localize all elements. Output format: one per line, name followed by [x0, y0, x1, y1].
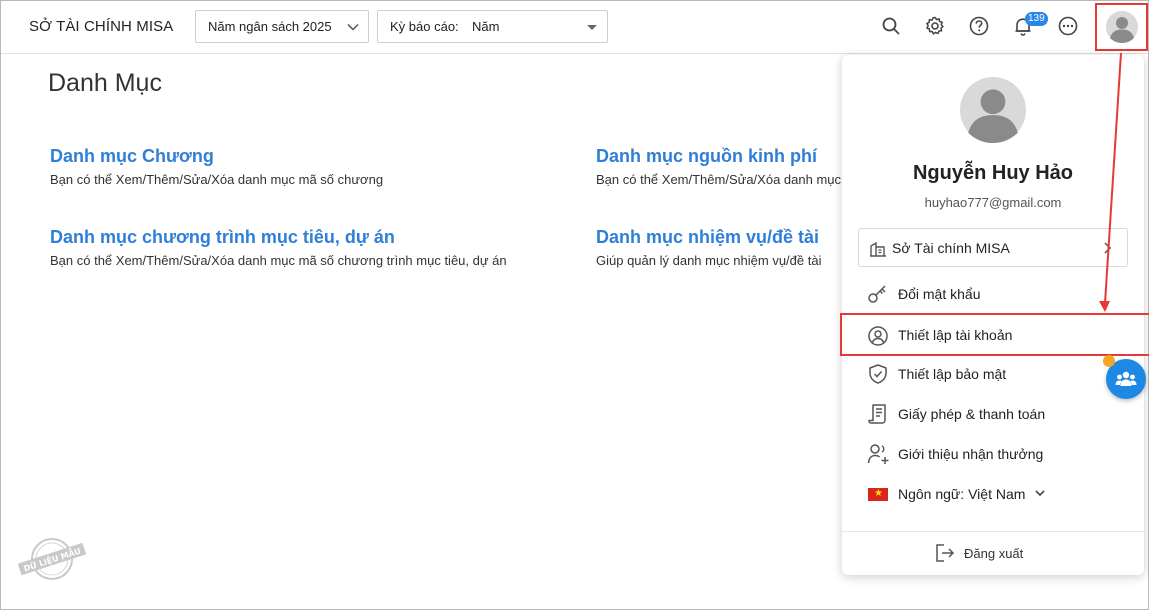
caret-down-icon	[587, 25, 597, 30]
language-selector[interactable]: ★ Ngôn ngữ: Việt Nam	[842, 474, 1144, 514]
menu-change-password[interactable]: Đổi mật khẩu	[842, 274, 1144, 314]
menu-security-settings[interactable]: Thiết lập bảo mật	[842, 354, 1144, 394]
user-plus-icon	[867, 444, 889, 464]
category-item[interactable]: Danh mục nhiệm vụ/đề tài Giúp quản lý da…	[596, 227, 821, 268]
budget-year-value: Năm ngân sách 2025	[208, 19, 332, 34]
avatar-button[interactable]	[1095, 3, 1148, 51]
category-title[interactable]: Danh mục nguồn kinh phí	[596, 146, 841, 167]
category-title[interactable]: Danh mục Chương	[50, 146, 383, 167]
help-icon[interactable]	[968, 15, 990, 37]
license-icon	[868, 404, 886, 424]
top-bar: SỞ TÀI CHÍNH MISA Năm ngân sách 2025 Kỳ …	[1, 1, 1148, 54]
menu-referral[interactable]: Giới thiệu nhận thưởng	[842, 434, 1144, 474]
profile-avatar-icon	[960, 77, 1026, 143]
user-name: Nguyễn Huy Hảo	[912, 162, 1074, 184]
menu-account-settings[interactable]: Thiết lập tài khoản	[840, 313, 1149, 356]
building-icon	[870, 241, 886, 257]
menu-label: Thiết lập tài khoản	[898, 327, 1013, 343]
category-item[interactable]: Danh mục Chương Bạn có thể Xem/Thêm/Sửa/…	[50, 146, 383, 187]
avatar-icon	[1106, 11, 1138, 43]
key-icon	[868, 285, 886, 303]
app-title[interactable]: SỞ TÀI CHÍNH MISA	[29, 18, 173, 35]
organization-selector[interactable]: Sở Tài chính MISA	[858, 228, 1128, 267]
budget-year-select[interactable]: Năm ngân sách 2025	[195, 10, 369, 43]
category-description: Giúp quản lý danh mục nhiệm vụ/đề tài	[596, 253, 822, 268]
group-icon	[1115, 371, 1137, 386]
category-title[interactable]: Danh mục chương trình mục tiêu, dự án	[50, 227, 507, 248]
notification-badge: 139	[1025, 12, 1048, 26]
shield-check-icon	[869, 364, 887, 384]
language-label: Ngôn ngữ: Việt Nam	[898, 486, 1026, 502]
fab-notification-dot	[1103, 355, 1115, 367]
divider	[842, 531, 1144, 532]
report-period-label: Kỳ báo cáo:	[390, 19, 459, 34]
chevron-right-icon	[1104, 242, 1112, 254]
logout-button[interactable]: Đăng xuất	[842, 535, 1144, 571]
category-title[interactable]: Danh mục nhiệm vụ/đề tài	[596, 227, 821, 248]
gear-icon[interactable]	[924, 15, 946, 37]
logout-label: Đăng xuất	[964, 546, 1024, 561]
organization-name: Sở Tài chính MISA	[892, 240, 1010, 256]
category-description: Bạn có thể Xem/Thêm/Sửa/Xóa danh mục	[596, 172, 842, 187]
vietnam-flag-icon: ★	[868, 488, 888, 501]
menu-label: Giới thiệu nhận thưởng	[898, 446, 1044, 462]
report-period-value: Năm	[472, 19, 500, 34]
menu-label: Đổi mật khẩu	[898, 286, 981, 302]
sample-data-stamp: DỮ LIỆU MẪU	[17, 538, 87, 580]
menu-label: Giấy phép & thanh toán	[898, 406, 1046, 422]
account-menu-panel: Nguyễn Huy Hảo huyhao777@gmail.com Sở Tà…	[840, 55, 1149, 575]
chevron-down-icon	[347, 23, 359, 31]
user-email: huyhao777@gmail.com	[924, 195, 1062, 210]
search-icon[interactable]	[880, 15, 902, 37]
more-icon[interactable]	[1057, 15, 1079, 37]
report-period-select[interactable]: Kỳ báo cáo: Năm	[377, 10, 608, 43]
menu-label: Thiết lập bảo mật	[898, 366, 1007, 382]
category-item[interactable]: Danh mục chương trình mục tiêu, dự án Bạ…	[50, 227, 507, 268]
category-item[interactable]: Danh mục nguồn kinh phí Bạn có thể Xem/T…	[596, 146, 841, 187]
logout-icon	[936, 544, 955, 562]
menu-license-payment[interactable]: Giấy phép & thanh toán	[842, 394, 1144, 434]
page-title: Danh Mục	[48, 69, 162, 97]
chevron-down-icon	[1035, 490, 1045, 497]
user-circle-icon	[868, 326, 888, 346]
category-description: Bạn có thể Xem/Thêm/Sửa/Xóa danh mục mã …	[50, 253, 507, 268]
category-description: Bạn có thể Xem/Thêm/Sửa/Xóa danh mục mã …	[50, 172, 384, 187]
